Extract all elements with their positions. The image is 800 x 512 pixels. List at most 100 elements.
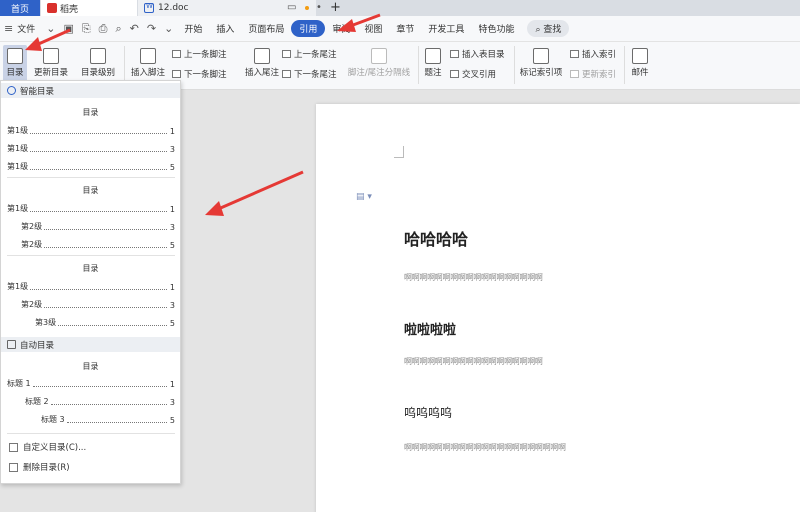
menu-special[interactable]: 特色功能 xyxy=(471,22,521,35)
tab-home-label: 首页 xyxy=(10,4,29,15)
doc-paragraph-1[interactable]: 啊啊啊啊啊啊啊啊啊啊啊啊啊啊啊啊啊啊 xyxy=(404,272,543,283)
monitor-icon[interactable]: ▭ xyxy=(287,2,296,13)
menu-start[interactable]: 开始 xyxy=(177,22,209,35)
toc-line-label: 第3级 xyxy=(35,318,57,327)
mail-icon xyxy=(632,48,648,64)
doc-paragraph-2[interactable]: 啊啊啊啊啊啊啊啊啊啊啊啊啊啊啊啊啊啊 xyxy=(404,356,543,367)
toc-preview-line: 第2级 3 xyxy=(21,300,175,310)
toc-line-page: 5 xyxy=(169,319,175,328)
leader-dots xyxy=(30,133,167,134)
toc-preview-line: 第1级 1 xyxy=(7,126,175,136)
export-icon[interactable]: ⎘ xyxy=(78,22,95,36)
toc-line-label: 第2级 xyxy=(21,222,43,231)
toc-line-label: 第1级 xyxy=(7,144,29,153)
insert-endnote-button[interactable]: 插入尾注 xyxy=(244,48,280,78)
update-toc-button[interactable]: 更新目录 xyxy=(32,48,70,78)
mail-button[interactable]: 邮件 xyxy=(628,48,652,78)
next-footnote-label: 下一条脚注 xyxy=(184,70,227,80)
delete-toc-item[interactable]: 删除目录(R) xyxy=(9,461,70,473)
custom-toc-icon xyxy=(9,442,18,452)
next-endnote-icon xyxy=(282,70,291,78)
insert-figure-table-button[interactable]: 插入表目录 xyxy=(450,48,505,60)
ribbon-divider xyxy=(418,46,419,84)
menu-insert[interactable]: 插入 xyxy=(209,22,241,35)
toc-line-page: 3 xyxy=(169,301,175,310)
refresh-icon xyxy=(43,48,59,64)
doc-paragraph-3[interactable]: 啊啊啊啊啊啊啊啊啊啊啊啊啊啊啊啊啊啊啊啊啊 xyxy=(404,442,566,453)
toc-preview-title: 目录 xyxy=(82,186,99,195)
more-icon[interactable]: ⌄ xyxy=(160,22,177,35)
doc-heading-3[interactable]: 呜呜呜呜 xyxy=(404,404,452,421)
next-footnote-button[interactable]: 下一条脚注 xyxy=(172,68,227,80)
menu-review[interactable]: 审阅 xyxy=(325,22,357,35)
tab-bar: 首页 稻壳 12.doc ▭ • + xyxy=(0,0,800,16)
document-page[interactable]: ▤ ▾ 哈哈哈哈 啊啊啊啊啊啊啊啊啊啊啊啊啊啊啊啊啊啊 啦啦啦啦 啊啊啊啊啊啊啊… xyxy=(316,104,800,512)
toc-line-page: 1 xyxy=(169,380,175,389)
search-button[interactable]: ⌕ 查找 xyxy=(527,20,570,37)
menu-bar: ≡ 文件 ⌄ ▣ ⎘ ⎙ ⌕ ↶ ↷ ⌄ 开始 插入 页面布局 引用 审阅 视图… xyxy=(0,16,800,42)
insert-endnote-label: 插入尾注 xyxy=(244,68,279,78)
toc-preview-line: 第2级 3 xyxy=(21,222,175,232)
doc-heading-2[interactable]: 啦啦啦啦 xyxy=(404,319,456,338)
insert-index-label: 插入索引 xyxy=(582,50,617,60)
leader-dots xyxy=(30,169,167,170)
toc-line-page: 3 xyxy=(169,145,175,154)
close-tab-icon[interactable]: • xyxy=(316,2,322,13)
menu-reference[interactable]: 引用 xyxy=(291,20,326,37)
redo-icon[interactable]: ↷ xyxy=(143,22,160,35)
toc-button[interactable]: 目录 xyxy=(4,48,26,78)
toc-label: 目录 xyxy=(6,68,24,78)
leader-dots xyxy=(30,151,167,152)
delete-toc-label: 删除目录(R) xyxy=(23,463,70,473)
smart-toc-label: 智能目录 xyxy=(20,86,55,97)
chevron-down-icon[interactable]: ⌄ xyxy=(42,22,59,35)
preview-icon[interactable]: ⌕ xyxy=(111,22,125,36)
auto-toc-icon xyxy=(7,340,16,349)
menu-view[interactable]: 视图 xyxy=(357,22,389,35)
hamburger-icon[interactable]: ≡ xyxy=(0,22,17,35)
leader-dots xyxy=(50,404,167,405)
new-tab-icon[interactable]: + xyxy=(330,0,341,15)
menu-layout[interactable]: 页面布局 xyxy=(241,22,291,35)
tab-home[interactable]: 首页 xyxy=(0,0,40,16)
toc-line-label: 第1级 xyxy=(7,126,29,135)
prev-endnote-icon xyxy=(282,50,291,58)
save-icon[interactable]: ▣ xyxy=(59,22,77,35)
footnote-icon xyxy=(140,48,156,64)
toc-icon xyxy=(7,48,23,64)
mark-index-button[interactable]: 标记索引项 xyxy=(518,48,564,78)
insert-index-button[interactable]: 插入索引 xyxy=(570,48,616,60)
note-separator-button[interactable]: 脚注/尾注分隔线 xyxy=(346,48,412,78)
insert-footnote-button[interactable]: 插入脚注 xyxy=(128,48,168,78)
toc-line-label: 标题 1 xyxy=(7,379,31,388)
insert-index-icon xyxy=(570,50,579,58)
menu-file[interactable]: 文件 xyxy=(17,22,42,35)
undo-icon[interactable]: ↶ xyxy=(126,22,143,35)
toc-line-page: 1 xyxy=(169,283,175,292)
insert-footnote-label: 插入脚注 xyxy=(130,68,165,78)
toc-preview-line: 第2级 5 xyxy=(21,240,175,250)
doc-heading-1[interactable]: 哈哈哈哈 xyxy=(404,226,468,250)
toc-line-page: 3 xyxy=(169,223,175,232)
leader-dots xyxy=(58,325,167,326)
toc-line-label: 标题 3 xyxy=(41,415,65,424)
tab-daoke[interactable]: 稻壳 xyxy=(41,0,137,16)
update-index-icon xyxy=(570,70,579,78)
cross-reference-button[interactable]: 交叉引用 xyxy=(450,68,496,80)
custom-toc-item[interactable]: 自定义目录(C)... xyxy=(9,441,86,453)
toc-level-button[interactable]: 目录级别 xyxy=(76,48,120,78)
menu-developer[interactable]: 开发工具 xyxy=(421,22,471,35)
update-index-button[interactable]: 更新索引 xyxy=(570,68,616,80)
print-icon[interactable]: ⎙ xyxy=(95,22,112,36)
paragraph-icon[interactable]: ▤ ▾ xyxy=(356,192,372,202)
next-endnote-button[interactable]: 下一条尾注 xyxy=(282,68,337,80)
delete-toc-icon xyxy=(9,462,18,472)
menu-chapter[interactable]: 章节 xyxy=(389,22,421,35)
toc-line-page: 5 xyxy=(169,163,175,172)
leader-dots xyxy=(44,247,167,248)
prev-endnote-button[interactable]: 上一条尾注 xyxy=(282,48,337,60)
prev-footnote-button[interactable]: 上一条脚注 xyxy=(172,48,227,60)
caption-icon xyxy=(425,48,441,64)
caption-button[interactable]: 题注 xyxy=(422,48,444,78)
word-doc-icon xyxy=(144,2,154,13)
